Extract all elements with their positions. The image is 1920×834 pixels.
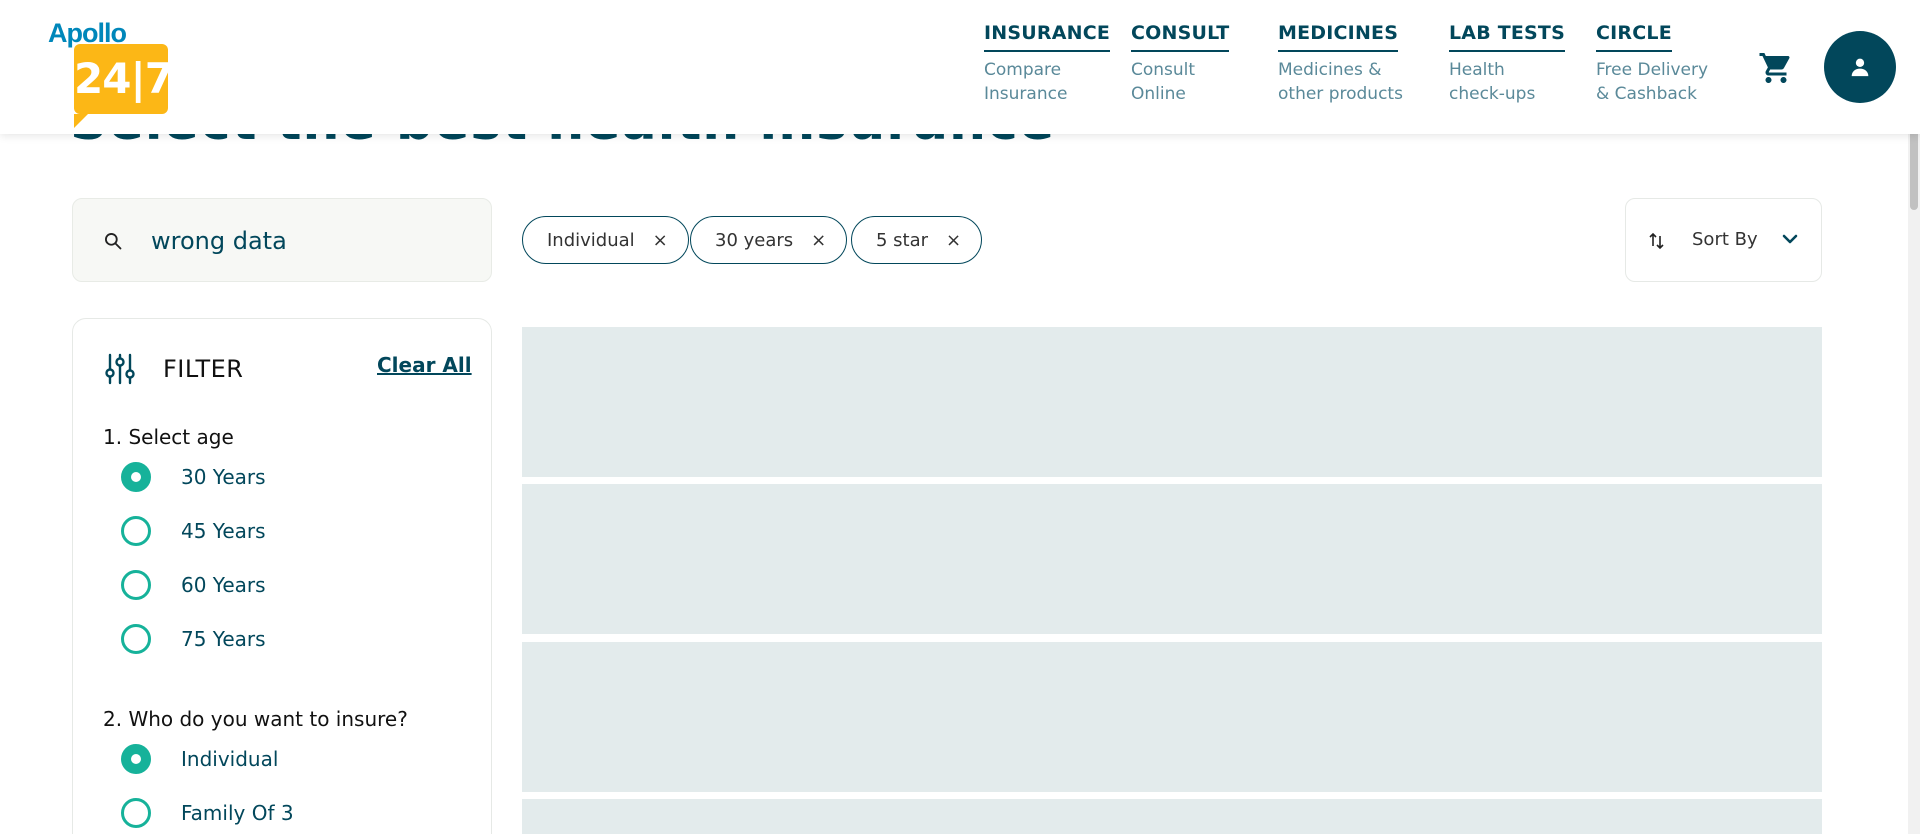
nav-subtitle: Compare Insurance (984, 60, 1068, 104)
filter-chip-individual: Individual × (522, 216, 689, 264)
logo-number: 24|7 (74, 54, 174, 103)
radio-age-30[interactable]: 30 Years (121, 461, 266, 493)
radio-insure-family-of-3[interactable]: Family Of 3 (121, 797, 294, 829)
nav-consult[interactable]: CONSULT Consult Online (1131, 22, 1230, 106)
radio-button[interactable] (121, 516, 151, 546)
chip-label: Individual (547, 229, 635, 251)
radio-label: 60 Years (181, 573, 266, 597)
chip-remove-icon[interactable]: × (811, 230, 826, 251)
sort-label: Sort By (1692, 229, 1758, 250)
radio-age-45[interactable]: 45 Years (121, 515, 266, 547)
loading-skeleton-card (522, 327, 1822, 477)
sort-icon (1649, 232, 1664, 250)
chip-label: 30 years (715, 229, 794, 251)
chip-remove-icon[interactable]: × (946, 230, 961, 251)
nav-lab-tests[interactable]: LAB TESTS Health check-ups (1449, 22, 1565, 106)
nav-subtitle: Medicines & other products (1278, 60, 1403, 104)
radio-label: 45 Years (181, 519, 266, 543)
search-icon (105, 233, 122, 250)
radio-age-60[interactable]: 60 Years (121, 569, 266, 601)
nav-title: INSURANCE (984, 22, 1111, 52)
nav-medicines[interactable]: MEDICINES Medicines & other products (1278, 22, 1403, 106)
nav-title: CONSULT (1131, 22, 1230, 52)
site-header: Apollo 24|7 INSURANCE Compare Insurance … (0, 0, 1920, 134)
profile-avatar-button[interactable] (1824, 31, 1896, 103)
filter-sliders-icon (105, 353, 135, 385)
nav-subtitle: Health check-ups (1449, 60, 1536, 104)
filter-section-title: 1. Select age (103, 425, 234, 449)
nav-subtitle: Free Delivery & Cashback (1596, 60, 1709, 104)
radio-label: 30 Years (181, 465, 266, 489)
loading-skeleton-card (522, 799, 1822, 834)
logo-badge: 24|7 (74, 44, 174, 128)
loading-skeleton-card (522, 484, 1822, 634)
nav-insurance[interactable]: INSURANCE Compare Insurance (984, 22, 1111, 106)
nav-subtitle: Consult Online (1131, 60, 1196, 104)
nav-circle[interactable]: CIRCLE Free Delivery & Cashback (1596, 22, 1708, 106)
radio-button[interactable] (121, 624, 151, 654)
radio-insure-individual[interactable]: Individual (121, 743, 278, 775)
sort-dropdown[interactable]: Sort By (1625, 198, 1822, 282)
radio-label: 75 Years (181, 627, 266, 651)
clear-all-link[interactable]: Clear All (377, 353, 472, 377)
filter-panel: FILTER Clear All 1. Select age 30 Years … (72, 318, 492, 834)
radio-button[interactable] (121, 744, 151, 774)
loading-skeleton-card (522, 642, 1822, 792)
search-box[interactable] (72, 198, 492, 282)
filter-title: FILTER (163, 355, 244, 383)
filter-section-title: 2. Who do you want to insure? (103, 707, 408, 731)
filter-chip-30-years: 30 years × (690, 216, 848, 264)
radio-button[interactable] (121, 462, 151, 492)
radio-label: Family Of 3 (181, 801, 294, 825)
nav-title: LAB TESTS (1449, 22, 1565, 52)
nav-title: CIRCLE (1596, 22, 1672, 52)
nav-title: MEDICINES (1278, 22, 1399, 52)
radio-label: Individual (181, 747, 279, 771)
cart-icon[interactable] (1758, 50, 1794, 86)
radio-button[interactable] (121, 570, 151, 600)
radio-button[interactable] (121, 798, 151, 828)
radio-age-75[interactable]: 75 Years (121, 623, 266, 655)
filter-chip-5-star: 5 star × (851, 216, 983, 264)
user-icon (1851, 58, 1869, 77)
apollo-logo[interactable]: Apollo 24|7 (48, 18, 174, 128)
chip-remove-icon[interactable]: × (653, 230, 668, 251)
chip-label: 5 star (876, 229, 929, 251)
chevron-down-icon (1782, 234, 1798, 244)
search-input[interactable] (151, 221, 471, 261)
